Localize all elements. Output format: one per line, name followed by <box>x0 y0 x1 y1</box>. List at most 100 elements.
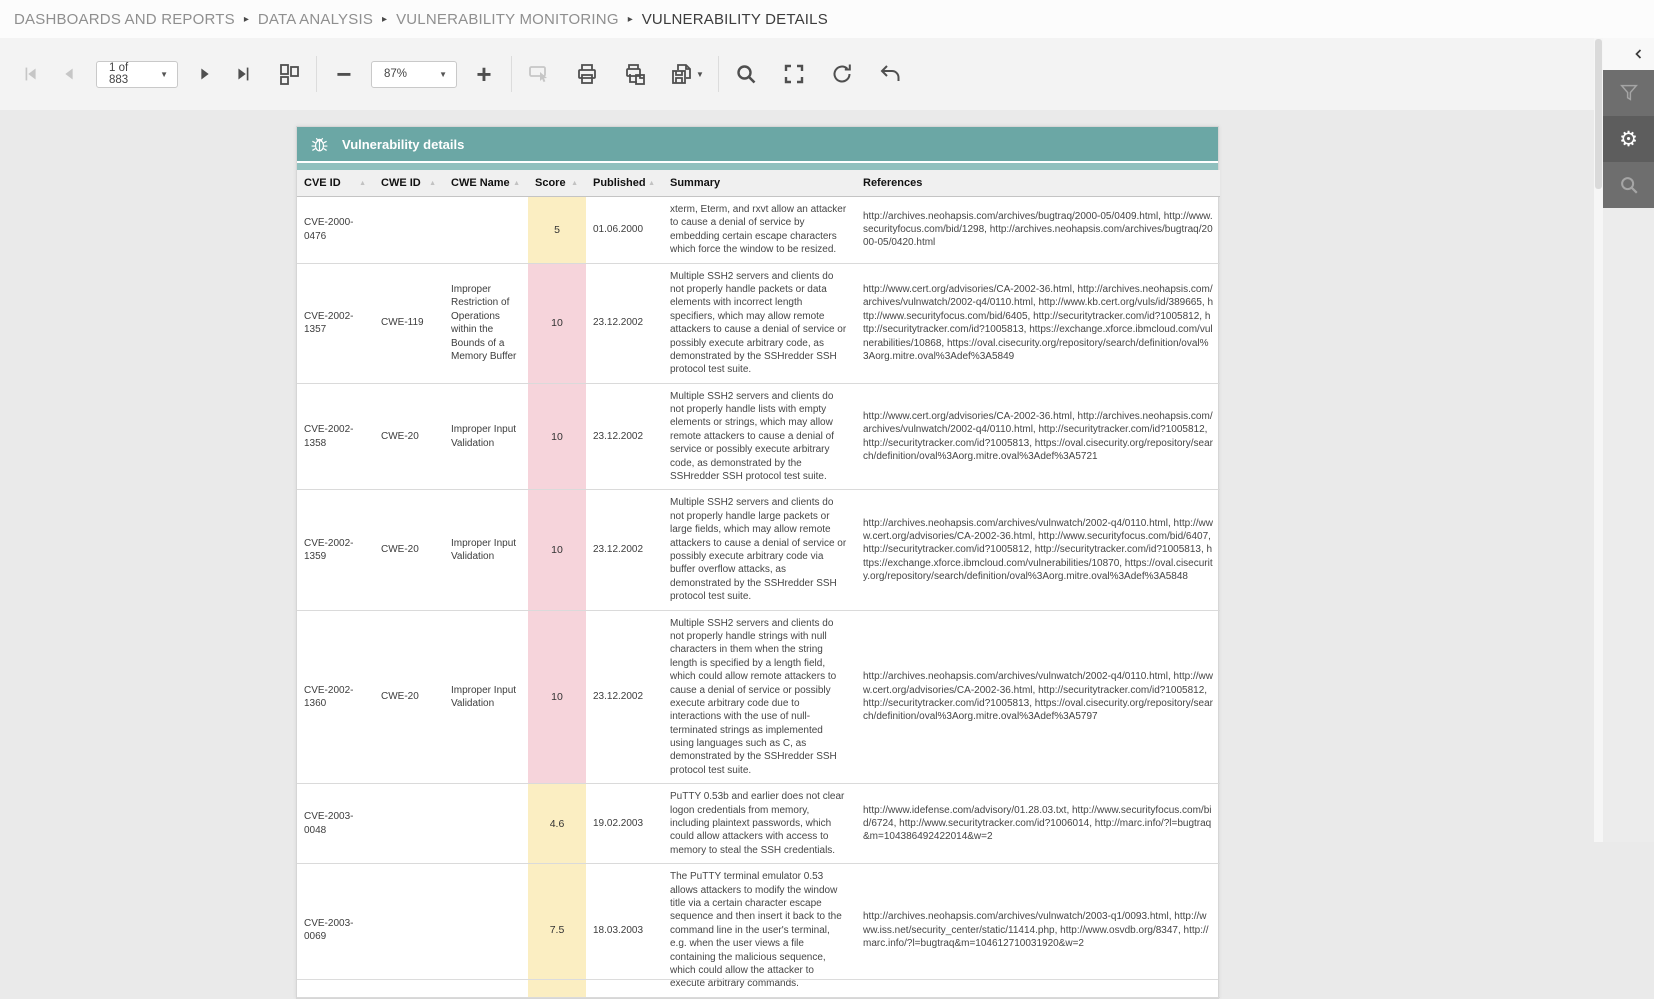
print-page-setup-icon <box>626 64 645 85</box>
sort-arrow-icon[interactable]: ▲ <box>513 180 522 187</box>
table-row: CVE-2000-0476 5 01.06.2000 xterm, Eterm,… <box>297 196 1220 264</box>
cwe-name-cell: Improper Input Validation <box>444 489 528 611</box>
sort-arrow-icon[interactable]: ▲ <box>359 180 368 187</box>
cwe-name-cell <box>444 783 528 865</box>
cwe-id-cell <box>374 196 444 264</box>
sort-arrow-icon[interactable]: ▲ <box>571 180 580 187</box>
column-header-cve-id[interactable]: CVE ID ▲ <box>297 170 374 197</box>
search-panel-button[interactable] <box>1603 162 1654 208</box>
zoom-level-select[interactable]: 87% ▼ <box>371 60 457 88</box>
summary-cell: The PuTTY terminal emulator 0.53 allows … <box>663 863 856 998</box>
summary-cell: PuTTY 0.53b and earlier does not clear l… <box>663 783 856 865</box>
select-tool-button[interactable] <box>520 55 558 93</box>
table-header-row: CVE ID ▲ CWE ID ▲ CWE Name ▲ Score ▲ Pub… <box>297 170 1220 197</box>
zoom-in-button[interactable]: + <box>465 55 503 93</box>
score-cell: 10 <box>528 610 586 785</box>
summary-cell: xterm, Eterm, and rxvt allow an attacker… <box>663 196 856 264</box>
references-cell: http://archives.neohapsis.com/archives/v… <box>856 489 1220 611</box>
next-page-icon <box>201 68 209 80</box>
breadcrumb-item-dashboards[interactable]: DASHBOARDS AND REPORTS <box>14 11 235 28</box>
report-canvas: Vulnerability details CVE ID ▲ CWE ID ▲ … <box>0 110 1594 999</box>
refresh-button[interactable] <box>823 55 861 93</box>
chevron-down-icon: ▼ <box>160 69 168 79</box>
multi-page-view-icon <box>280 64 299 85</box>
scrollbar-thumb[interactable] <box>1595 39 1602 189</box>
bug-icon <box>311 137 328 151</box>
cwe-name-cell <box>444 863 528 998</box>
column-header-published[interactable]: Published ▲ <box>586 170 663 197</box>
back-button[interactable] <box>871 55 909 93</box>
side-panel-rail: ⚙ <box>1603 38 1654 842</box>
search-button[interactable] <box>727 55 765 93</box>
last-page-button[interactable] <box>224 55 262 93</box>
first-page-icon <box>25 67 36 81</box>
score-cell: 7.5 <box>528 863 586 998</box>
chevron-down-icon: ▼ <box>696 69 704 79</box>
score-cell: 10 <box>528 489 586 611</box>
published-cell: 19.02.2003 <box>586 783 663 865</box>
page-number-select[interactable]: 1 of 883 ▼ <box>96 60 178 88</box>
cve-id-cell: CVE-2002-1359 <box>297 489 374 611</box>
page-number-value: 1 of 883 <box>109 62 129 86</box>
score-cell: 4.6 <box>528 783 586 865</box>
print-button[interactable] <box>568 55 606 93</box>
first-page-button[interactable] <box>12 55 50 93</box>
zoom-out-button[interactable]: − <box>325 55 363 93</box>
score-cell: 10 <box>528 263 586 384</box>
cve-id-cell: CVE-2002-1358 <box>297 383 374 491</box>
fullscreen-icon <box>784 64 804 84</box>
breadcrumb-item-vulnerability-monitoring[interactable]: VULNERABILITY MONITORING <box>396 11 619 28</box>
column-header-score[interactable]: Score ▲ <box>528 170 586 197</box>
score-cell: 5 <box>528 196 586 264</box>
breadcrumb-item-data-analysis[interactable]: DATA ANALYSIS <box>258 11 373 28</box>
summary-cell: Multiple SSH2 servers and clients do not… <box>663 610 856 785</box>
sort-arrow-icon[interactable]: ▲ <box>429 180 438 187</box>
export-button[interactable]: ▼ <box>664 55 710 93</box>
search-icon <box>737 65 756 84</box>
references-cell: http://archives.neohapsis.com/archives/v… <box>856 863 1220 998</box>
published-cell: 18.03.2003 <box>586 863 663 998</box>
next-page-button[interactable] <box>186 55 224 93</box>
search-icon <box>1620 177 1638 194</box>
report-toolbar: 1 of 883 ▼ − 87% ▼ + ▼ <box>0 38 1594 110</box>
cve-id-cell: CVE-2002-1360 <box>297 610 374 785</box>
page-footer-divider <box>297 978 1218 980</box>
toolbar-separator <box>316 56 317 92</box>
table-row: CVE-2002-1359 CWE-20 Improper Input Vali… <box>297 489 1220 611</box>
cve-id-cell: CVE-2000-0476 <box>297 196 374 264</box>
published-cell: 23.12.2002 <box>586 610 663 785</box>
filter-funnel-icon <box>1619 84 1638 101</box>
references-cell: http://archives.neohapsis.com/archives/v… <box>856 610 1220 785</box>
breadcrumb-separator-icon: ▸ <box>382 13 388 25</box>
score-cell: 10 <box>528 383 586 491</box>
column-header-references: References <box>856 170 1220 197</box>
select-tool-icon <box>529 66 547 83</box>
sort-arrow-icon[interactable]: ▲ <box>648 180 657 187</box>
table-row: CVE-2002-1360 CWE-20 Improper Input Vali… <box>297 610 1220 785</box>
cwe-id-cell: CWE-20 <box>374 489 444 611</box>
cwe-id-cell: CWE-20 <box>374 610 444 785</box>
back-arrow-icon <box>880 65 900 81</box>
export-icon <box>672 64 691 84</box>
multi-page-view-button[interactable] <box>270 55 308 93</box>
collapse-panel-button[interactable] <box>1603 38 1654 70</box>
column-header-cwe-id[interactable]: CWE ID ▲ <box>374 170 444 197</box>
table-row: CVE-2003-0048 4.6 19.02.2003 PuTTY 0.53b… <box>297 783 1220 865</box>
breadcrumb: DASHBOARDS AND REPORTS ▸ DATA ANALYSIS ▸… <box>0 0 1654 38</box>
previous-page-button[interactable] <box>50 55 88 93</box>
settings-panel-button[interactable]: ⚙ <box>1603 116 1654 162</box>
chevron-down-icon: ▼ <box>439 69 447 79</box>
last-page-icon <box>238 67 249 81</box>
fullscreen-button[interactable] <box>775 55 813 93</box>
references-cell: http://www.cert.org/advisories/CA-2002-3… <box>856 263 1220 384</box>
breadcrumb-separator-icon: ▸ <box>627 13 633 25</box>
table-row: CVE-2002-1358 CWE-20 Improper Input Vali… <box>297 383 1220 491</box>
summary-cell: Multiple SSH2 servers and clients do not… <box>663 383 856 491</box>
print-page-setup-button[interactable] <box>616 55 654 93</box>
cwe-id-cell: CWE-119 <box>374 263 444 384</box>
filter-panel-button[interactable] <box>1603 70 1654 116</box>
column-header-cwe-name[interactable]: CWE Name ▲ <box>444 170 528 197</box>
vertical-scrollbar[interactable] <box>1594 38 1603 842</box>
toolbar-separator <box>511 56 512 92</box>
table-row: CVE-2002-1357 CWE-119 Improper Restricti… <box>297 263 1220 384</box>
